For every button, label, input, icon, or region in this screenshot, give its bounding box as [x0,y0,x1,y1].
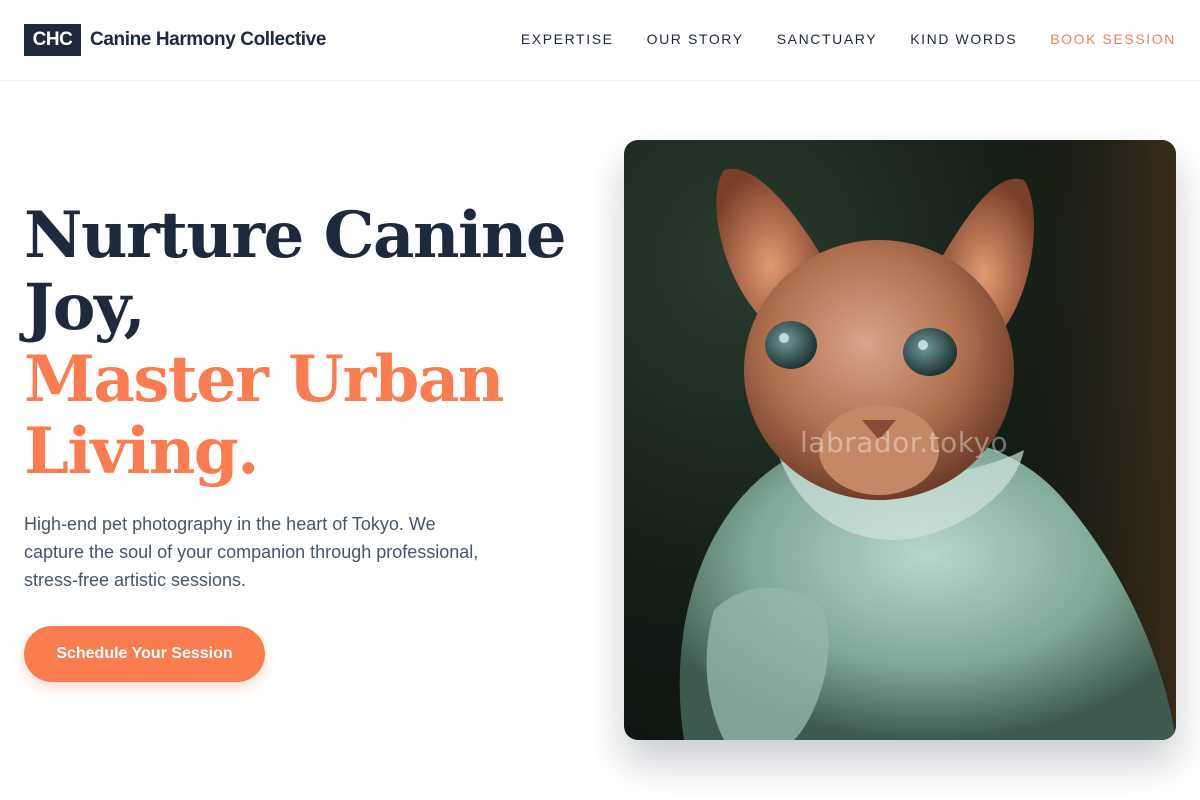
nav-link-expertise[interactable]: EXPERTISE [521,30,614,48]
hero-title-line-2: Joy, [24,270,146,345]
nav-link-book-session[interactable]: BOOK SESSION [1050,30,1176,48]
hero-title-line-1: Nurture Canine [24,198,567,273]
nav-link-our-story[interactable]: OUR STORY [647,30,744,48]
site-header: CHC Canine Harmony Collective EXPERTISE … [0,0,1200,81]
hero-description: High-end pet photography in the heart of… [24,514,479,590]
logo-badge[interactable]: CHC [24,24,81,56]
hero-title: Nurture Canine Joy, Master Urban Living. [24,200,604,488]
image-watermark: labrador.tokyo [800,426,1009,459]
brand-name[interactable]: Canine Harmony Collective [90,28,326,52]
main-nav: EXPERTISE OUR STORY SANCTUARY KIND WORDS… [521,30,1176,48]
schedule-session-button[interactable]: Schedule Your Session [24,626,265,682]
nav-link-kind-words[interactable]: KIND WORDS [910,30,1017,48]
nav-link-sanctuary[interactable]: SANCTUARY [777,30,878,48]
hero-title-accent-line-2: Living. [24,414,259,489]
hero-image-sphynx-cat: labrador.tokyo [624,140,1176,740]
hero-title-accent-line-1: Master Urban [24,342,504,417]
